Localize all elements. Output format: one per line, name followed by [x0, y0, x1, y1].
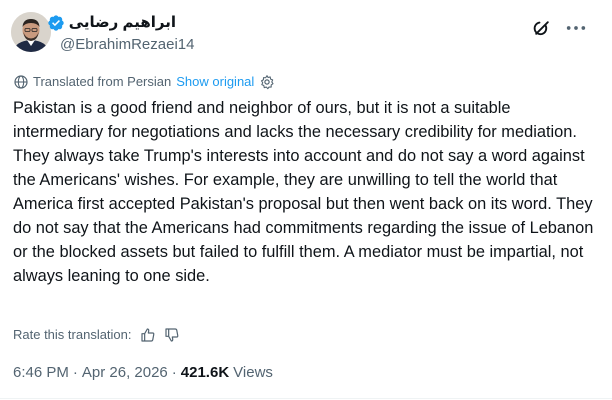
author-handle[interactable]: @EbrahimRezaei14 [60, 35, 194, 55]
show-original-link[interactable]: Show original [176, 73, 254, 91]
rate-translation: Rate this translation: [13, 326, 180, 344]
tweet-time[interactable]: 6:46 PM [13, 363, 69, 383]
profile-photo [11, 12, 51, 52]
views-label: Views [233, 364, 273, 381]
translation-notice: Translated from Persian Show original [13, 73, 275, 91]
more-options-icon[interactable] [565, 18, 587, 38]
tweet-meta: 6:46 PM · Apr 26, 2026 · 421.6K Views [13, 363, 273, 383]
verified-badge-icon [48, 15, 64, 31]
thumbs-up-icon[interactable] [140, 327, 156, 343]
author-display-name[interactable]: ابراهیم رضایی [69, 13, 176, 33]
rate-translation-label: Rate this translation: [13, 327, 132, 342]
grok-icon[interactable] [532, 18, 552, 38]
views-count: 421.6K [180, 364, 230, 381]
meta-separator: · [171, 364, 177, 381]
divider [0, 398, 612, 399]
thumbs-down-icon[interactable] [164, 327, 180, 343]
translated-from-label: Translated from Persian [33, 74, 172, 89]
avatar[interactable] [11, 12, 51, 52]
author-name-row[interactable]: ابراهیم رضایی [47, 13, 176, 33]
meta-separator: · [72, 364, 78, 381]
tweet-date[interactable]: Apr 26, 2026 [82, 363, 168, 383]
gear-icon[interactable] [259, 74, 275, 90]
globe-translate-icon [14, 75, 28, 89]
tweet-text: Pakistan is a good friend and neighbor o… [13, 99, 594, 285]
